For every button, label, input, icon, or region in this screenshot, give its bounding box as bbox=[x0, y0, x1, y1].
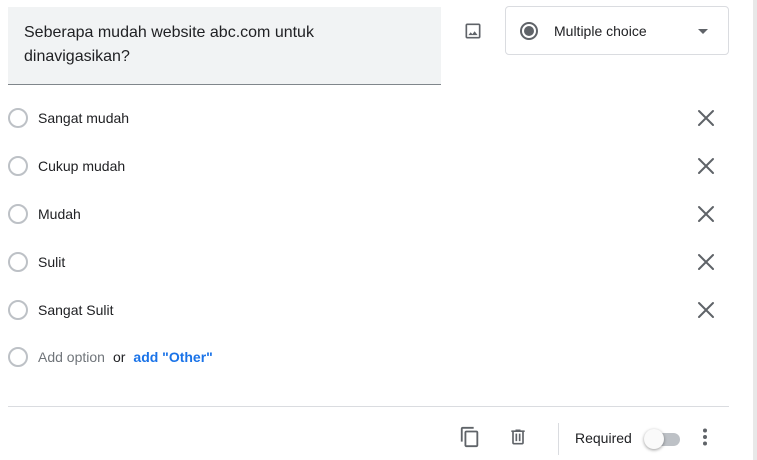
question-title-text[interactable]: Seberapa mudah website abc.com untuk din… bbox=[24, 21, 421, 69]
radio-button-icon bbox=[8, 347, 28, 367]
radio-button-icon bbox=[8, 204, 28, 224]
question-title-field[interactable]: Seberapa mudah website abc.com untuk din… bbox=[8, 7, 441, 85]
remove-option-button[interactable] bbox=[694, 154, 718, 178]
option-label[interactable]: Mudah bbox=[38, 206, 81, 222]
radio-button-icon bbox=[8, 252, 28, 272]
scrollbar-edge bbox=[753, 0, 757, 460]
option-label[interactable]: Sangat Sulit bbox=[38, 302, 114, 318]
question-type-dropdown[interactable]: Multiple choice bbox=[505, 6, 729, 55]
option-row: Cukup mudah bbox=[8, 151, 723, 181]
trash-icon bbox=[511, 429, 525, 445]
toggle-thumb bbox=[644, 429, 664, 449]
more-vert-icon bbox=[703, 428, 707, 446]
more-options-button[interactable] bbox=[694, 424, 716, 450]
option-row: Sangat Sulit bbox=[8, 295, 723, 325]
option-label[interactable]: Cukup mudah bbox=[38, 158, 125, 174]
add-other-button[interactable]: add "Other" bbox=[133, 349, 212, 365]
required-toggle[interactable] bbox=[644, 429, 682, 449]
footer-separator bbox=[558, 423, 559, 455]
close-icon bbox=[698, 302, 714, 318]
radio-button-icon bbox=[8, 300, 28, 320]
radio-button-icon bbox=[520, 21, 538, 40]
radio-button-icon bbox=[8, 108, 28, 128]
option-label[interactable]: Sangat mudah bbox=[38, 110, 129, 126]
remove-option-button[interactable] bbox=[694, 250, 718, 274]
close-icon bbox=[698, 110, 714, 126]
footer-divider bbox=[8, 406, 729, 407]
or-text: or bbox=[112, 349, 126, 365]
remove-option-button[interactable] bbox=[694, 106, 718, 130]
duplicate-button[interactable] bbox=[457, 424, 483, 450]
copy-icon bbox=[460, 426, 479, 448]
option-row: Mudah bbox=[8, 199, 723, 229]
option-label[interactable]: Sulit bbox=[38, 254, 65, 270]
remove-option-button[interactable] bbox=[694, 298, 718, 322]
remove-option-button[interactable] bbox=[694, 202, 718, 226]
option-row: Sangat mudah bbox=[8, 103, 723, 133]
option-row: Sulit bbox=[8, 247, 723, 277]
add-image-button[interactable] bbox=[460, 18, 486, 44]
image-icon bbox=[465, 23, 481, 39]
close-icon bbox=[698, 158, 714, 174]
close-icon bbox=[698, 254, 714, 270]
add-option-input[interactable]: Add option bbox=[38, 349, 105, 365]
question-type-label: Multiple choice bbox=[554, 22, 647, 39]
close-icon bbox=[698, 206, 714, 222]
delete-button[interactable] bbox=[505, 424, 531, 450]
radio-button-icon bbox=[8, 156, 28, 176]
add-option-row: Add option or add "Other" bbox=[8, 342, 723, 372]
required-label: Required bbox=[575, 430, 632, 446]
dropdown-arrow-icon bbox=[698, 29, 708, 34]
